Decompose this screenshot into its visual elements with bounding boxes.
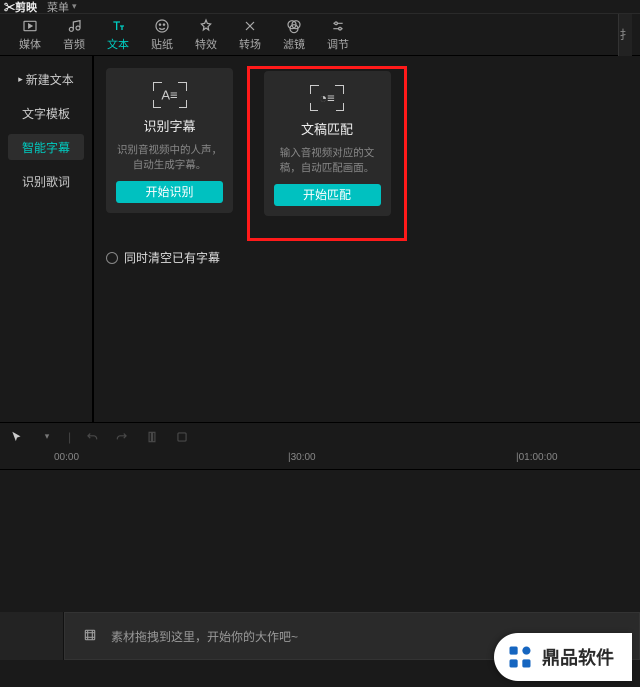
tool-tabbar: 媒体 音频 文本 贴纸 特效 转场 滤镜 调节 扌 [0,14,640,56]
filter-icon [285,18,303,34]
start-recognize-button[interactable]: 开始识别 [116,181,223,203]
watermark-logo-icon [506,643,534,671]
sidebar-item-recognize-lyrics[interactable]: 识别歌词 [8,168,84,194]
text-icon [109,18,127,34]
card-match-document: ◔≡ 文稿匹配 输入音视频对应的文稿，自动匹配画面。 开始匹配 [264,71,391,216]
timeline-ruler[interactable]: 00:00 |30:00 |01:00:00 [0,450,640,470]
sidebar-item-text-template[interactable]: 文字模板 [8,100,84,126]
watermark-text: 鼎品软件 [542,644,614,670]
tab-text[interactable]: 文本 [96,18,140,52]
recognize-icon: A≡ [152,82,188,108]
tab-media[interactable]: 媒体 [8,18,52,52]
chevron-down-icon: ▾ [72,1,77,12]
track-header[interactable] [0,612,64,660]
app-logo-text: ✂剪映 [4,0,37,15]
panel-toggle[interactable]: 扌 [618,14,632,56]
card-recognize-subtitle: A≡ 识别字幕 识别音视频中的人声，自动生成字幕。 开始识别 [106,68,233,213]
undo-button[interactable] [83,428,101,446]
tab-audio[interactable]: 音频 [52,18,96,52]
sidebar: ▸新建文本 文字模板 智能字幕 识别歌词 [0,56,92,422]
track-placeholder: 素材拖拽到这里，开始你的大作吧~ [111,628,298,645]
sticker-icon [153,18,171,34]
timeline-tracks[interactable]: 素材拖拽到这里，开始你的大作吧~ 鼎品软件 [0,470,640,687]
card-title: 识别字幕 [143,116,195,135]
sidebar-item-new-text[interactable]: ▸新建文本 [8,66,84,92]
radio-empty-icon [106,252,118,264]
workspace: ▸新建文本 文字模板 智能字幕 识别歌词 A≡ 识别字幕 识别音视频中的人声，自… [0,56,640,422]
delete-button[interactable] [173,428,191,446]
highlighted-card-frame: ◔≡ 文稿匹配 输入音视频对应的文稿，自动匹配画面。 开始匹配 [247,66,407,241]
card-title: 文稿匹配 [301,119,353,138]
caret-right-icon: ▸ [18,74,23,85]
ruler-mark: |30:00 [288,452,316,463]
card-desc: 识别音视频中的人声，自动生成字幕。 [116,143,223,172]
clear-existing-checkbox[interactable]: 同时清空已有字幕 [106,249,628,266]
effects-icon [197,18,215,34]
tab-adjust[interactable]: 调节 [316,18,360,52]
match-icon: ◔≡ [309,85,345,111]
menu-button[interactable]: 菜单▾ [47,0,77,15]
audio-icon [65,18,83,34]
start-match-button[interactable]: 开始匹配 [274,184,381,206]
tab-transitions[interactable]: 转场 [228,18,272,52]
sidebar-item-smart-subtitle[interactable]: 智能字幕 [8,134,84,160]
dropdown-icon[interactable]: ▾ [38,428,56,446]
transition-icon [241,18,259,34]
film-icon [83,628,97,645]
adjust-icon [329,18,347,34]
media-icon [21,18,39,34]
watermark-badge: 鼎品软件 [494,633,632,681]
card-desc: 输入音视频对应的文稿，自动匹配画面。 [274,146,381,175]
timeline-toolbar: ▾ | [0,422,640,450]
main-panel: A≡ 识别字幕 识别音视频中的人声，自动生成字幕。 开始识别 ◔≡ 文稿匹配 输… [92,56,640,422]
ruler-mark: 00:00 [54,452,79,463]
tab-filters[interactable]: 滤镜 [272,18,316,52]
redo-button[interactable] [113,428,131,446]
tab-effects[interactable]: 特效 [184,18,228,52]
split-button[interactable] [143,428,161,446]
tab-stickers[interactable]: 贴纸 [140,18,184,52]
titlebar: ✂剪映 菜单▾ [0,0,640,14]
pointer-tool[interactable] [8,428,26,446]
ruler-mark: |01:00:00 [516,452,558,463]
